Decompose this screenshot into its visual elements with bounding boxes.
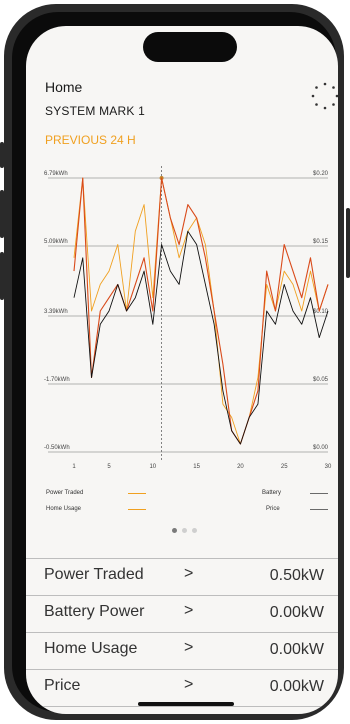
app-screen: Home SYSTEM MARK 1 PREVIOUS 24 H 6.79kWh… (26, 26, 338, 714)
stat-label: Battery Power (44, 603, 145, 620)
x-tick-label: 10 (149, 464, 156, 470)
x-tick-label: 25 (281, 464, 288, 470)
energy-line-chart[interactable]: 6.79kWh $0.20 5.09kWh $0.15 3.39kWh $0.10 -1.7… (26, 156, 338, 476)
stat-row-battery-power[interactable]: Battery Power > 0.00kW (26, 595, 338, 632)
x-tick-label: 5 (107, 464, 111, 470)
page-dot-3[interactable] (192, 528, 197, 533)
y-right-tick-label: $0.20 (313, 171, 329, 177)
chevron-right-icon: > (184, 565, 194, 582)
y-right-tick-label: $0.15 (313, 239, 329, 245)
phone-frame: Home SYSTEM MARK 1 PREVIOUS 24 H 6.79kWh… (4, 4, 344, 720)
legend-home-usage-swatch (128, 509, 146, 510)
legend-price: Price (266, 506, 280, 512)
stat-label: Home Usage (44, 640, 138, 657)
legend-battery: Battery (262, 490, 282, 496)
stat-label: Price (44, 677, 81, 694)
x-tick-label: 15 (193, 464, 200, 470)
home-indicator[interactable] (138, 702, 234, 706)
period-label: PREVIOUS 24 H (45, 133, 136, 147)
system-name: SYSTEM MARK 1 (45, 104, 145, 118)
stat-row-home-usage[interactable]: Home Usage > 0.00kW (26, 632, 338, 669)
y-left-tick-label: -1.70kWh (44, 377, 70, 383)
legend-battery-swatch (310, 493, 328, 494)
power-button[interactable] (346, 208, 350, 278)
stat-row-power-traded[interactable]: Power Traded > 0.50kW (26, 558, 338, 595)
series-line-power-traded (73, 177, 329, 445)
legend-home-usage: Home Usage (46, 506, 82, 512)
phone-bezel: Home SYSTEM MARK 1 PREVIOUS 24 H 6.79kWh… (12, 12, 338, 714)
y-right-tick-label: $0.00 (313, 445, 329, 451)
legend-power-traded: Power Traded (46, 490, 84, 496)
dots-circle-icon[interactable] (310, 81, 338, 111)
chevron-right-icon: > (184, 639, 194, 656)
chevron-right-icon: > (184, 602, 194, 619)
y-left-tick-label: -0.50kWh (44, 445, 70, 451)
y-right-tick-label: $0.05 (313, 377, 329, 383)
y-right-tick-label: $0.10 (313, 309, 329, 315)
stat-label: Power Traded (44, 566, 144, 583)
page-indicator[interactable] (172, 528, 202, 536)
stat-value: 0.00kW (269, 641, 324, 658)
stat-value: 0.00kW (269, 604, 324, 621)
x-tick-label: 20 (237, 464, 244, 470)
x-tick-label: 1 (72, 464, 76, 470)
y-left-tick-label: 6.79kWh (44, 171, 68, 177)
stat-value: 0.00kW (269, 678, 324, 695)
page-dot-2[interactable] (182, 528, 187, 533)
series-line-home-usage (73, 177, 329, 445)
dynamic-island (143, 32, 237, 62)
y-left-tick-label: 5.09kWh (44, 239, 68, 245)
page-title: Home (45, 79, 83, 95)
page-dot-1[interactable] (172, 528, 177, 533)
legend-power-traded-swatch (128, 493, 146, 494)
chevron-right-icon: > (184, 676, 194, 693)
stat-value: 0.50kW (269, 567, 324, 584)
legend-price-swatch (310, 509, 328, 510)
x-tick-label: 30 (325, 464, 332, 470)
chart-legend: Power Traded Home Usage Battery Price (26, 476, 338, 516)
y-left-tick-label: 3.39kWh (44, 309, 68, 315)
